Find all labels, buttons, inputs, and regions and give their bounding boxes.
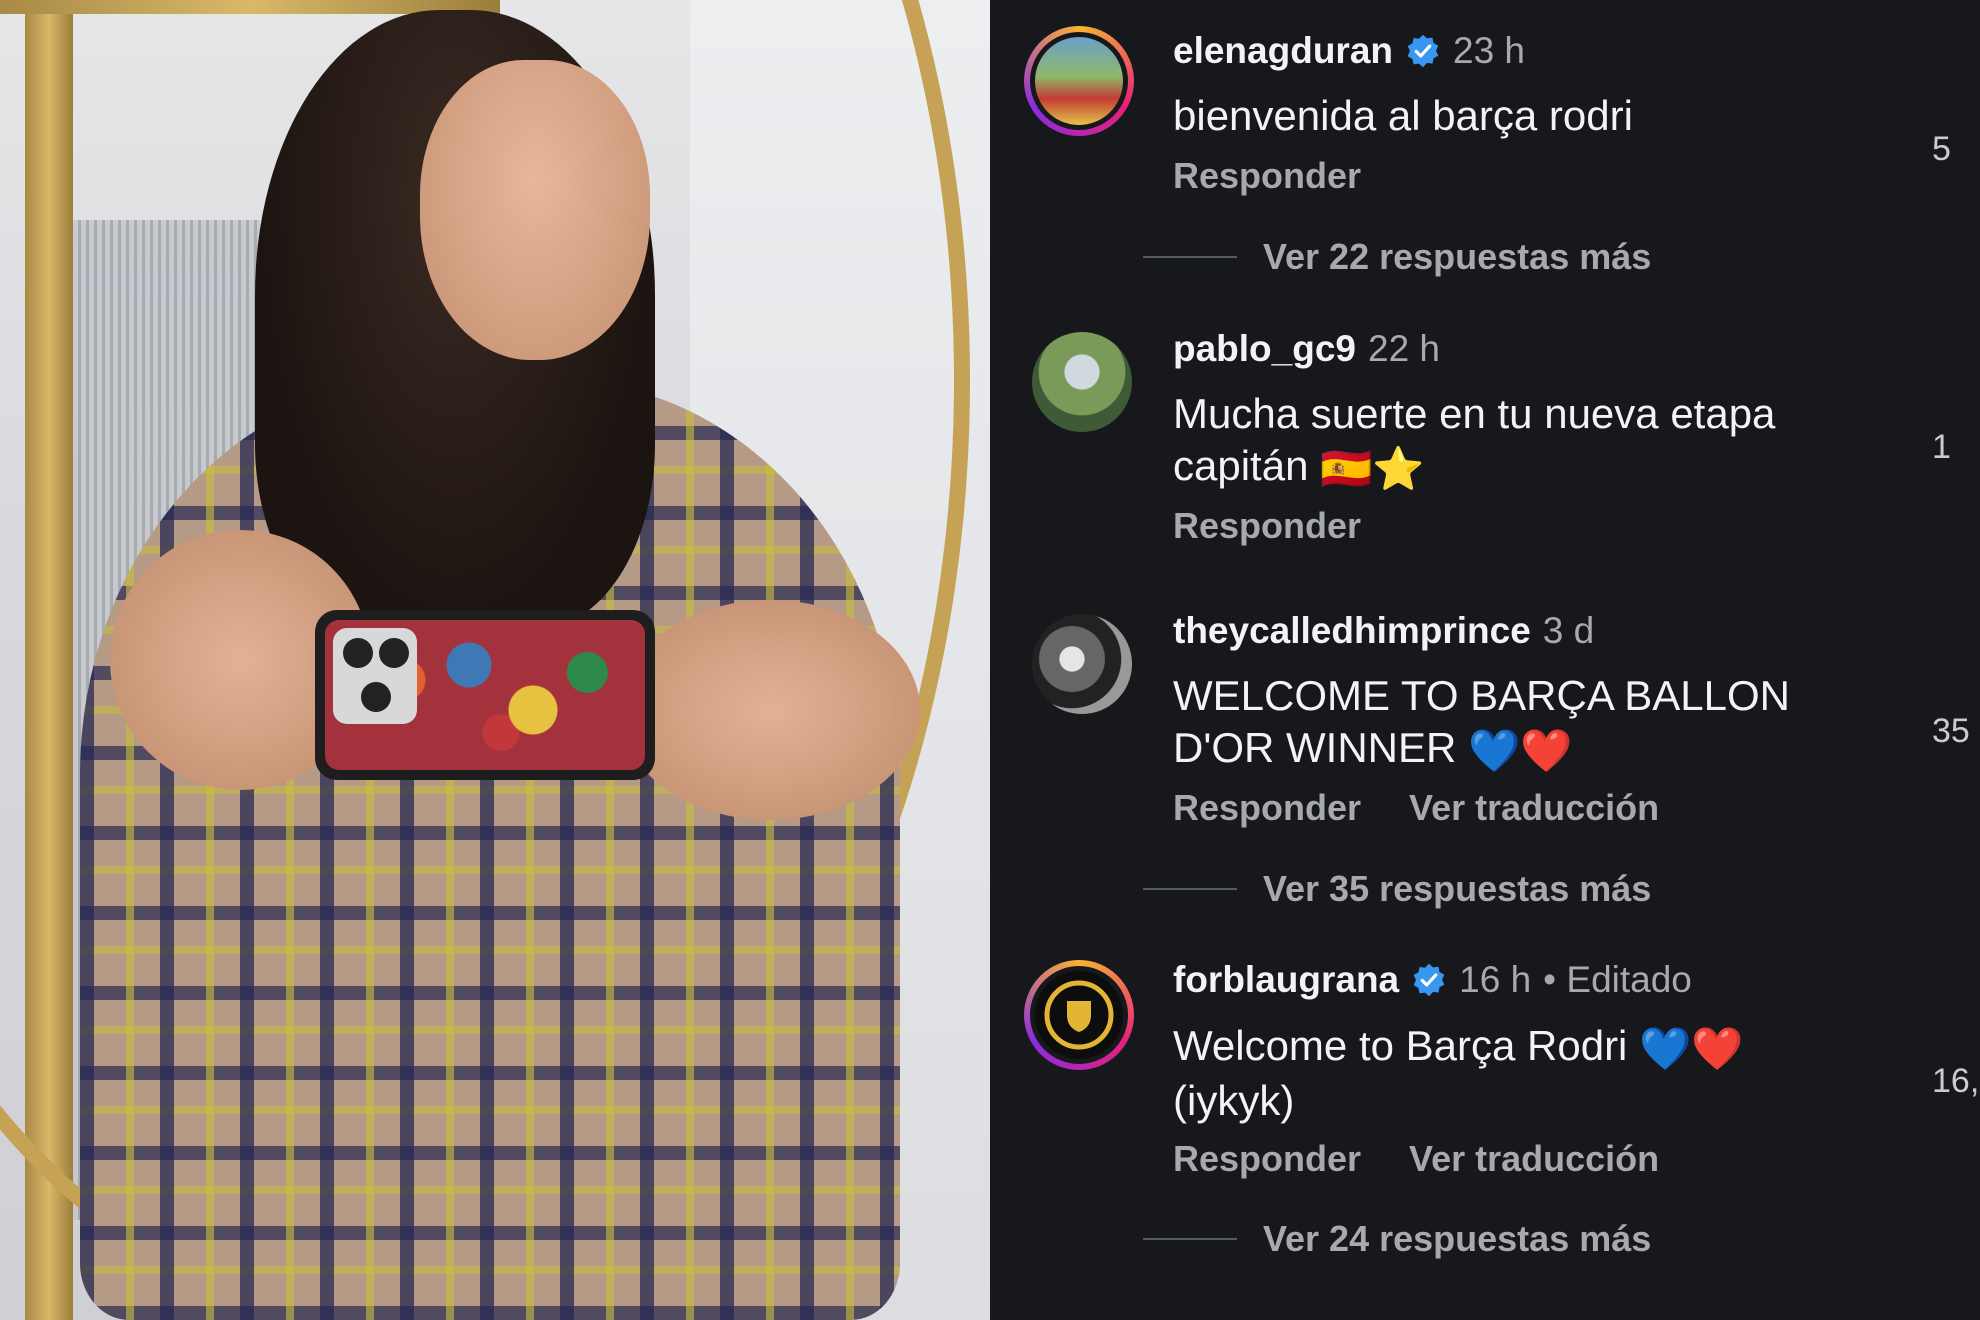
comment-text-part: Welcome to Barça Rodri xyxy=(1173,1022,1628,1069)
comment-header: elenagduran 23 h xyxy=(1173,26,1525,76)
edited-label: • Editado xyxy=(1543,959,1692,1000)
translate-button[interactable]: Ver traducción xyxy=(1409,787,1659,829)
verified-badge-icon xyxy=(1413,963,1445,997)
barca-crest-icon xyxy=(1044,980,1114,1050)
comment-text: bienvenida al barça rodri xyxy=(1173,92,1633,139)
photo-phone xyxy=(315,610,655,780)
comment-header: pablo_gc9 22 h xyxy=(1173,324,1440,374)
spain-flag-star-emoji: 🇪🇸⭐ xyxy=(1320,444,1425,492)
verified-badge-icon xyxy=(1407,34,1439,68)
view-replies-button[interactable]: Ver 35 respuestas más xyxy=(1263,868,1651,910)
like-count: 5 xyxy=(1932,130,1951,168)
reply-button[interactable]: Responder xyxy=(1173,155,1361,197)
reply-button[interactable]: Responder xyxy=(1173,1138,1361,1180)
username[interactable]: pablo_gc9 xyxy=(1173,328,1356,370)
comments-panel: elenagduran 23 h bienvenida al barça rod… xyxy=(990,0,1980,1320)
photo-camera-lens xyxy=(361,682,391,712)
comment-actions: Responder Ver traducción xyxy=(1173,1138,1659,1180)
reply-button[interactable]: Responder xyxy=(1173,787,1361,829)
divider xyxy=(1143,256,1237,258)
view-replies-button[interactable]: Ver 22 respuestas más xyxy=(1263,236,1651,278)
like-count: 35 xyxy=(1932,712,1970,750)
comment-text-part: D'OR WINNER xyxy=(1173,724,1457,771)
hearts-emoji: 💙❤️ xyxy=(1468,726,1573,774)
comment-text-line: Welcome to Barça Rodri 💙❤️ xyxy=(1173,1020,1873,1075)
translate-button[interactable]: Ver traducción xyxy=(1409,1138,1659,1180)
post-photo[interactable] xyxy=(0,0,990,1320)
divider xyxy=(1143,1238,1237,1240)
comment-text-line: WELCOME TO BARÇA BALLON xyxy=(1173,672,1790,719)
photo-face xyxy=(420,60,650,360)
comment-text-line: Mucha suerte en tu nueva etapa xyxy=(1173,390,1776,437)
photo-camera-lens xyxy=(379,638,409,668)
comment-header: theycalledhimprince 3 d xyxy=(1173,606,1594,656)
comment-actions: Responder xyxy=(1173,505,1361,547)
comment-actions: Responder Ver traducción xyxy=(1173,787,1659,829)
view-more-replies[interactable]: Ver 35 respuestas más xyxy=(1143,868,1651,910)
comment-text: Welcome to Barça Rodri 💙❤️ (iykyk) xyxy=(1173,1020,1873,1127)
avatar[interactable] xyxy=(1024,26,1134,136)
comment-text: Mucha suerte en tu nueva etapa capitán 🇪… xyxy=(1173,388,1873,495)
like-count: 16, xyxy=(1932,1062,1980,1100)
photo-camera-lens xyxy=(343,638,373,668)
hearts-emoji: 💙❤️ xyxy=(1639,1024,1744,1072)
view-more-replies[interactable]: Ver 22 respuestas más xyxy=(1143,236,1651,278)
comment-text-line: (iykyk) xyxy=(1173,1076,1295,1124)
username[interactable]: theycalledhimprince xyxy=(1173,610,1531,652)
comment-text-line: capitán 🇪🇸⭐ xyxy=(1173,440,1873,495)
comment-text-line: D'OR WINNER 💙❤️ xyxy=(1173,722,1873,777)
comment-text: WELCOME TO BARÇA BALLON D'OR WINNER 💙❤️ xyxy=(1173,670,1873,777)
comment-header: forblaugrana 16 h • Editado xyxy=(1173,955,1692,1005)
comment-timestamp: 22 h xyxy=(1368,328,1441,369)
avatar[interactable] xyxy=(1032,332,1132,432)
comment-actions: Responder xyxy=(1173,155,1361,197)
photo-phone-case xyxy=(325,620,645,770)
comment-timestamp: 16 h xyxy=(1459,959,1532,1000)
comment-timestamp: 23 h xyxy=(1453,30,1526,71)
view-more-replies[interactable]: Ver 24 respuestas más xyxy=(1143,1218,1651,1260)
like-count: 1 xyxy=(1932,428,1951,466)
photo-camera-block xyxy=(333,628,417,724)
avatar[interactable] xyxy=(1024,960,1134,1070)
username[interactable]: elenagduran xyxy=(1173,30,1393,72)
divider xyxy=(1143,888,1237,890)
comment-timestamp: 3 d xyxy=(1542,610,1595,651)
photo-right-hand xyxy=(620,600,920,820)
avatar[interactable] xyxy=(1032,614,1132,714)
comment-text-part: capitán xyxy=(1173,442,1309,489)
reply-button[interactable]: Responder xyxy=(1173,505,1361,547)
username[interactable]: forblaugrana xyxy=(1173,959,1399,1001)
view-replies-button[interactable]: Ver 24 respuestas más xyxy=(1263,1218,1651,1260)
